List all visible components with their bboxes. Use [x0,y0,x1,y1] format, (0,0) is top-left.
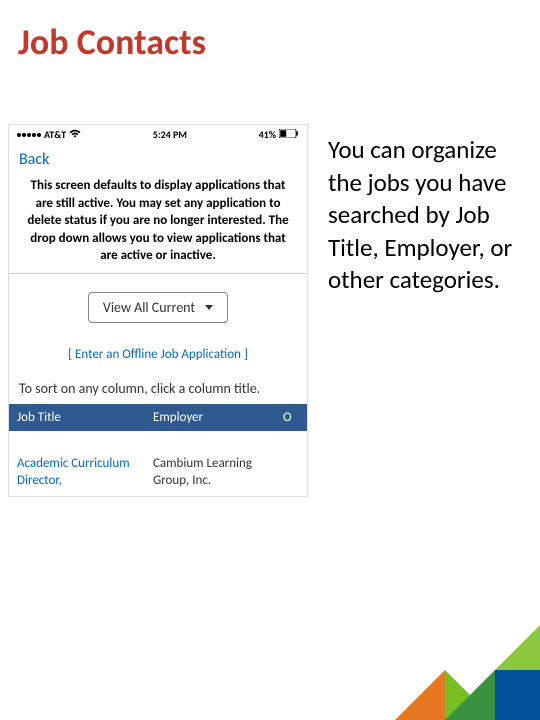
employer-cell: Cambium Learning Group, Inc. [149,455,279,490]
slide-title: Job Contacts [0,0,540,64]
column-header-employer[interactable]: Employer [149,410,279,425]
chevron-down-icon [205,305,213,310]
column-header-job-title[interactable]: Job Title [9,410,149,425]
signal-icon [17,133,41,137]
table-row: Academic Curriculum Director, Cambium Le… [9,431,307,496]
column-header-other[interactable]: O [279,410,307,425]
status-right: 41% [259,128,299,141]
back-link[interactable]: Back [9,144,307,173]
offline-application-link[interactable]: [ Enter an Offline Job Application ] [9,337,307,380]
wifi-icon [69,129,81,141]
phone-screenshot: AT&T 5:24 PM 41% Back This screen defaul… [8,124,308,497]
job-title-cell[interactable]: Academic Curriculum Director, [9,455,149,490]
status-bar: AT&T 5:24 PM 41% [9,125,307,144]
sort-hint: To sort on any column, click a column ti… [9,380,307,404]
battery-icon [279,128,299,141]
description-text: You can organize the jobs you have searc… [308,124,523,497]
dropdown-label: View All Current [103,299,195,316]
battery-label: 41% [259,128,276,141]
content-area: AT&T 5:24 PM 41% Back This screen defaul… [0,124,540,497]
status-left: AT&T [17,128,81,141]
info-text: This screen defaults to display applicat… [9,173,307,274]
view-dropdown[interactable]: View All Current [88,292,228,323]
carrier-label: AT&T [44,128,66,141]
table-header: Job Title Employer O [9,404,307,431]
decorative-graphic [340,570,540,720]
status-time: 5:24 PM [153,128,187,141]
dropdown-area: View All Current [9,274,307,337]
